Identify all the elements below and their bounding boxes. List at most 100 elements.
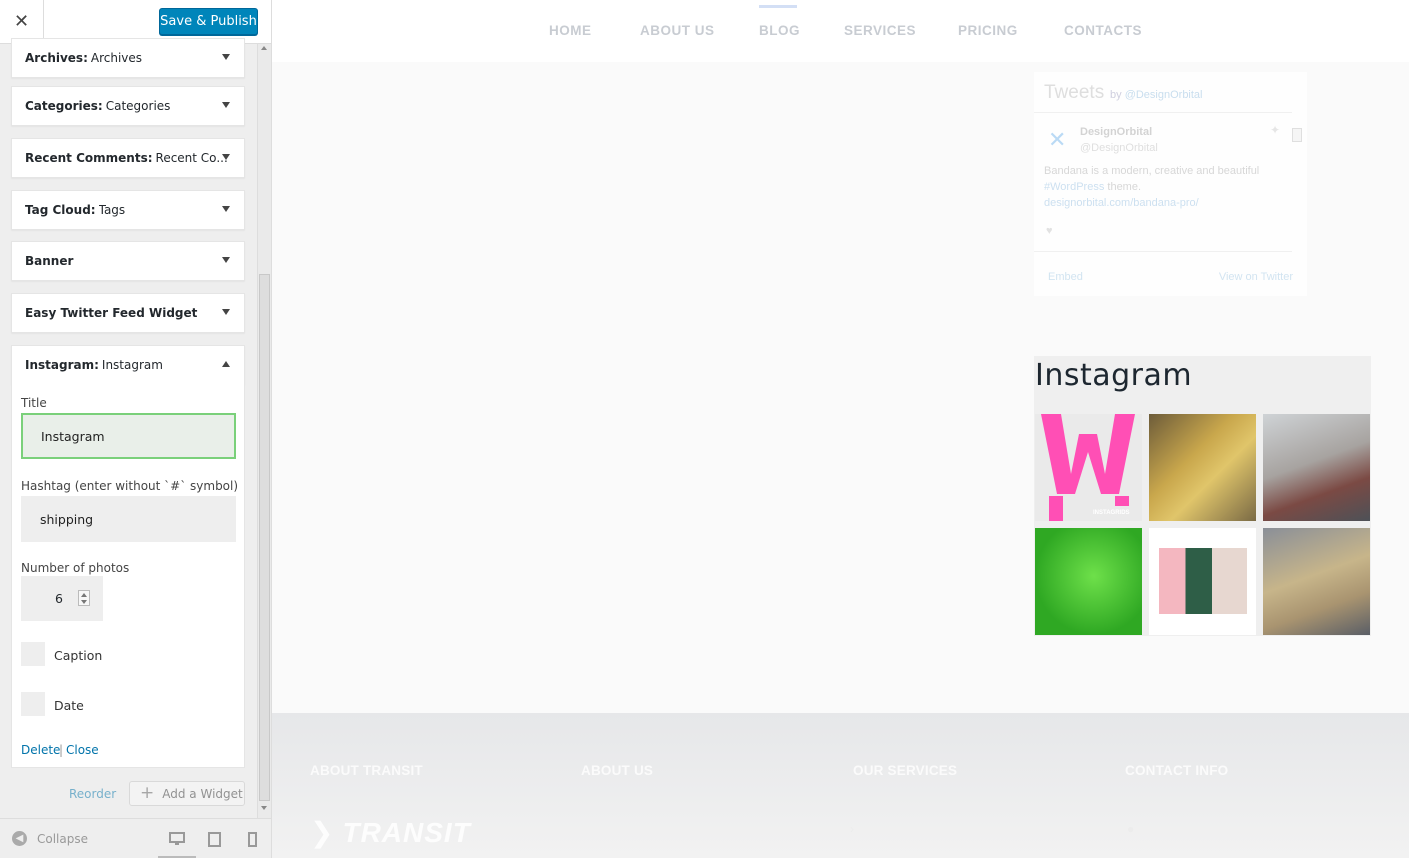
reorder-link[interactable]: Reorder [69,787,116,801]
instagram-title: Instagram [1035,358,1193,393]
twitter-feed-widget: Tweets by @DesignOrbital ✕ DesignOrbital… [1034,72,1307,296]
add-widget-label: Add a Widget [162,786,243,801]
tweet-author-handle[interactable]: @DesignOrbital [1080,142,1158,154]
tweets-scrollbar[interactable] [1292,122,1302,252]
widget-type: Instagram: [25,358,99,372]
tweet-text-part: theme. [1107,181,1142,193]
photo-w-logo [1035,414,1142,521]
nav-blog[interactable]: BLOG [759,23,800,38]
widget-easy-twitter-feed[interactable]: Easy Twitter Feed Widget [11,293,245,333]
collapse-icon: ◀ [12,831,27,846]
number-spinner[interactable] [78,590,90,606]
tweets-byline: by @DesignOrbital [1110,89,1203,101]
tweet-hashtag[interactable]: #WordPress [1044,181,1104,193]
title-input[interactable]: Instagram [21,413,236,459]
customizer-footer: ◀ Collapse [0,818,271,858]
logo-mark-icon: ❯ [310,817,335,848]
widget-recent-comments[interactable]: Recent Comments: Recent Co... [11,138,245,178]
widget-type: Categories: [25,99,103,113]
tweets-scroll-thumb[interactable] [1292,128,1302,142]
widget-tag-cloud[interactable]: Tag Cloud: Tags [11,190,245,230]
widget-type: Tag Cloud: [25,203,96,217]
collapse-label: Collapse [37,831,88,846]
nav-services[interactable]: SERVICES [844,23,916,38]
plus-icon: + [140,783,155,803]
widget-banner[interactable]: Banner [11,241,245,281]
chevron-down-icon[interactable] [222,309,230,315]
scroll-thumb[interactable] [259,274,270,801]
chevron-down-icon[interactable] [222,102,230,108]
logo-text: TRANSIT [342,816,471,848]
chevron-down-icon[interactable] [222,154,230,160]
location-pin-icon: ● [1127,822,1135,836]
nav-contacts[interactable]: CONTACTS [1064,23,1142,38]
tweet-text-part: Bandana is a modern, creative and beauti… [1044,165,1260,177]
tweet-author-name[interactable]: DesignOrbital [1080,126,1152,138]
widget-title: Instagram [101,358,163,372]
scroll-down-icon[interactable] [261,806,267,810]
photos-number-input[interactable]: 6 [21,576,103,621]
close-link[interactable]: Close [66,743,99,757]
nav-about-us[interactable]: ABOUT US [640,23,715,38]
widget-type: Banner [25,254,74,268]
chevron-down-icon[interactable] [222,257,230,263]
instagrids-badge: INSTAGRIDS [1093,510,1130,516]
link-separator: | [59,743,64,757]
nav-active-indicator [759,5,797,8]
caption-checkbox[interactable] [21,642,45,666]
instagram-photo[interactable] [1263,414,1370,521]
nav-pricing[interactable]: PRICING [958,23,1018,38]
footer-heading-contact-info: CONTACT INFO [1125,763,1229,778]
instagram-photo[interactable] [1149,528,1256,635]
save-publish-button[interactable]: Save & Publish [159,8,258,35]
chevron-down-icon[interactable] [222,206,230,212]
widget-type: Recent Comments: [25,151,153,165]
nav-home[interactable]: HOME [549,23,592,38]
instagram-photo[interactable] [1263,528,1370,635]
widget-type: Easy Twitter Feed Widget [25,306,198,320]
widget-title: Recent Co... [155,151,228,165]
transit-logo[interactable]: ❯ TRANSIT [310,816,471,849]
chevron-up-icon[interactable] [222,361,230,367]
embed-link[interactable]: Embed [1048,271,1083,283]
scroll-up-icon[interactable] [261,46,267,50]
widget-title: Tags [98,203,126,217]
tablet-icon[interactable] [208,832,221,847]
close-icon[interactable]: ✕ [0,0,44,43]
caption-label: Caption [54,648,103,663]
instagram-photo[interactable] [1035,528,1142,635]
delete-link[interactable]: Delete [21,743,60,757]
mobile-icon[interactable] [248,832,257,847]
like-icon[interactable]: ♥ [1046,225,1053,237]
view-on-twitter-link[interactable]: View on Twitter [1219,271,1293,283]
tweet-text: Bandana is a modern, creative and beauti… [1044,163,1284,211]
tweet-link[interactable]: designorbital.com/bandana-pro/ [1044,197,1199,209]
widget-categories[interactable]: Categories: Categories [11,86,245,126]
hashtag-label: Hashtag (enter without `#` symbol) [21,479,239,493]
date-checkbox[interactable] [21,692,45,716]
main-navigation: HOME ABOUT US BLOG SERVICES PRICING CONT… [272,0,1409,62]
collapse-button[interactable]: ◀ Collapse [12,831,88,846]
tweets-by-handle[interactable]: @DesignOrbital [1125,89,1203,101]
sidebar-scrollbar[interactable] [257,44,271,818]
widget-instagram[interactable]: Instagram: Instagram [11,345,245,385]
tweets-title: Tweets [1044,82,1105,103]
widget-title: Archives [90,51,143,65]
hashtag-input[interactable]: shipping [21,496,236,542]
twitter-bird-icon: ✦ [1269,123,1280,137]
customizer-sidebar: ✕ Save & Publish Archives: Archives Cate… [0,0,272,858]
tweets-by-prefix: by [1110,89,1122,101]
widget-archives[interactable]: Archives: Archives [11,38,245,78]
instagram-photo[interactable] [1149,414,1256,521]
photos-label: Number of photos [21,561,130,575]
date-label: Date [54,698,84,713]
desktop-icon[interactable] [169,832,185,846]
instagram-widget-form: Title Instagram Hashtag (enter without `… [11,383,245,768]
chevron-down-icon[interactable] [222,54,230,60]
instagram-widget: Instagram INSTAGRIDS [1034,356,1371,636]
instagram-photo[interactable]: INSTAGRIDS [1035,414,1142,521]
footer-heading-about-transit: ABOUT TRANSIT [310,763,423,778]
chevron-right-icon: › [850,822,854,836]
add-widget-button[interactable]: + Add a Widget [129,781,245,806]
title-label: Title [21,396,47,410]
